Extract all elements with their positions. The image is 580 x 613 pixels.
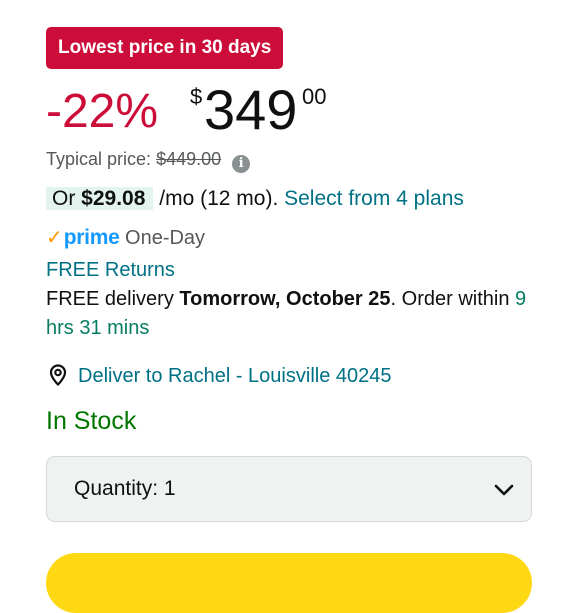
chevron-down-icon (494, 484, 514, 496)
buy-button[interactable] (46, 553, 532, 613)
info-icon[interactable]: i (232, 155, 251, 173)
prime-logo: prime (63, 226, 120, 249)
deliver-to-location[interactable]: Deliver to Rachel - Louisville 40245 (46, 362, 392, 390)
typical-price-label: Typical price: (46, 149, 152, 169)
delivery-date: Tomorrow, October 25 (179, 288, 391, 310)
free-returns-link[interactable]: FREE Returns (46, 256, 175, 284)
quantity-dropdown[interactable]: Quantity: 1 (46, 456, 532, 522)
plan-term: /mo (12 mo). (159, 187, 279, 210)
delivery-prefix: FREE delivery (46, 288, 174, 310)
quantity-label: Quantity: 1 (74, 457, 176, 521)
plan-prefix: Or (52, 187, 76, 210)
monthly-amount: $29.08 (81, 187, 146, 210)
stock-status: In Stock (46, 407, 137, 435)
delivery-info: FREE delivery Tomorrow, October 25. Orde… (46, 285, 536, 343)
price-whole: 349 (204, 78, 298, 141)
price-currency-symbol: $ (190, 84, 203, 109)
payment-plan: Or $29.08 /mo (12 mo). Select from 4 pla… (46, 184, 464, 214)
monthly-payment-highlight: Or $29.08 (46, 187, 154, 210)
select-plans-link[interactable]: Select from 4 plans (284, 187, 464, 210)
discount-percent: -22% (46, 85, 159, 138)
prime-one-day-label: One-Day (125, 227, 206, 249)
delivery-order-within: . Order within (390, 288, 510, 310)
prime-badge: ✓prime One-Day (46, 224, 205, 252)
location-pin-icon (49, 364, 67, 387)
quantity-value: 1 (163, 477, 176, 500)
deal-badge: Lowest price in 30 days (46, 27, 284, 69)
deliver-to-text[interactable]: Deliver to Rachel - Louisville 40245 (78, 365, 392, 387)
quantity-label-text: Quantity: (74, 477, 159, 500)
typical-price-value: $449.00 (156, 149, 222, 169)
typical-price: Typical price: $449.00 i (46, 147, 251, 173)
price-fraction: 00 (302, 84, 327, 109)
prime-check-icon: ✓ (46, 227, 63, 249)
